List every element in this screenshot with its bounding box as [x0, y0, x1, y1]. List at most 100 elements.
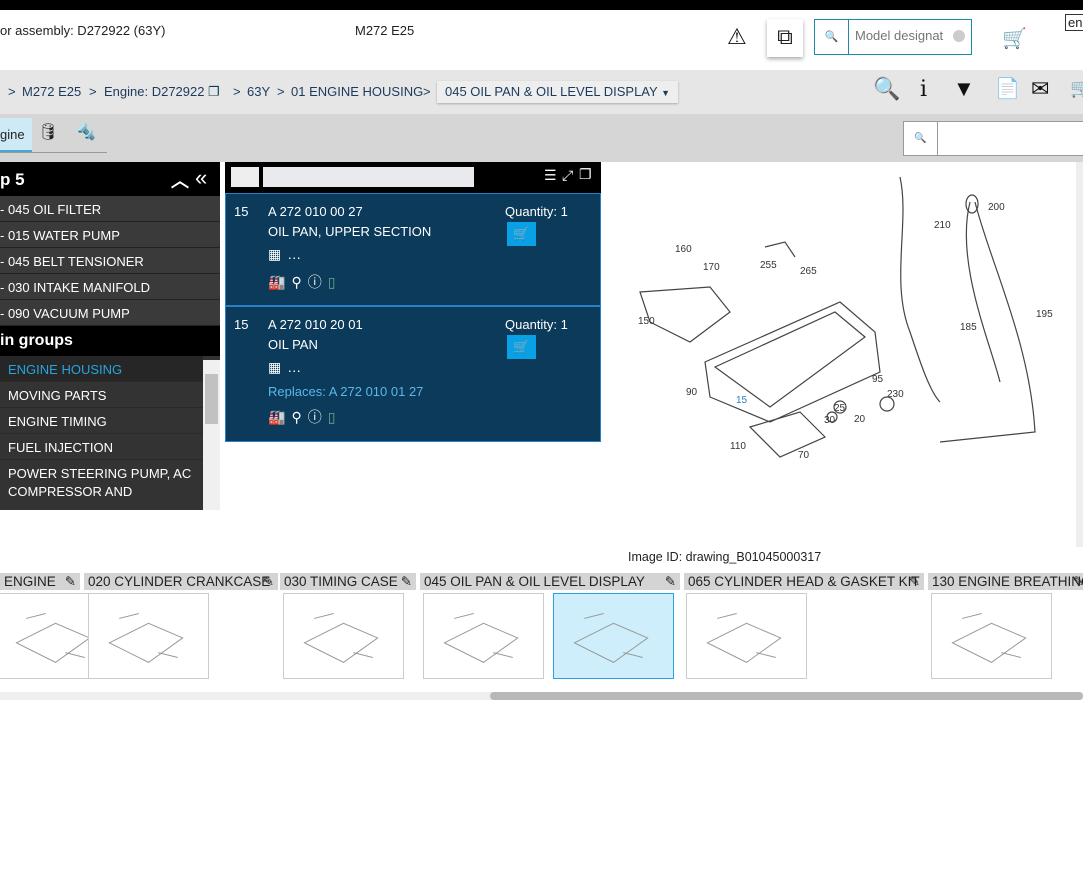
scrollbar-thumb[interactable]: [490, 692, 1083, 700]
callout-170[interactable]: 170: [703, 262, 720, 273]
factory-icon[interactable]: 🏭: [268, 409, 291, 425]
info-circle-icon[interactable]: ⓘ: [308, 274, 328, 290]
bolt-icon[interactable]: 🔩: [76, 122, 96, 142]
copy-icon[interactable]: ⧉: [767, 19, 803, 57]
main-group-engine-housing[interactable]: ENGINE HOUSING: [0, 356, 203, 382]
part-row[interactable]: 15 A 272 010 20 01 OIL PAN Quantity: 1 🛒…: [225, 306, 601, 442]
thumbnail-header[interactable]: 065 CYLINDER HEAD & GASKET KIT ✎: [684, 573, 924, 590]
thumbnail-scrollbar[interactable]: [0, 692, 1083, 700]
thumbnail-image[interactable]: [553, 593, 674, 679]
scrollbar-thumb[interactable]: [205, 374, 218, 424]
sidebar-scrollbar[interactable]: [203, 360, 220, 510]
sidebar-sub-item[interactable]: - 030 INTAKE MANIFOLD: [0, 274, 220, 300]
model-search[interactable]: 🔍: [814, 19, 972, 55]
group-dropdown[interactable]: 045 OIL PAN & OIL LEVEL DISPLAY ▼: [437, 81, 678, 103]
parts-filter-input[interactable]: [263, 167, 474, 187]
key-icon[interactable]: ⚲: [291, 409, 307, 425]
clear-icon[interactable]: [953, 30, 965, 42]
tab-engine[interactable]: gine: [0, 118, 32, 152]
callout-150[interactable]: 150: [638, 316, 655, 327]
expand-icon[interactable]: ⤢: [562, 167, 573, 184]
thumbnail-header[interactable]: 130 ENGINE BREATHING ✎: [928, 573, 1083, 590]
edit-icon[interactable]: ✎: [401, 574, 412, 590]
thumbnail-image[interactable]: [423, 593, 544, 679]
edit-icon[interactable]: ✎: [665, 574, 676, 590]
part-row[interactable]: 15 A 272 010 00 27 OIL PAN, UPPER SECTIO…: [225, 193, 601, 306]
thumbnail-header[interactable]: ENGINE ✎: [0, 573, 80, 590]
thumbnail-image[interactable]: [931, 593, 1052, 679]
wis-doc-icon[interactable]: ▯: [328, 409, 342, 425]
document-alert-icon[interactable]: 📄: [995, 76, 1020, 101]
sidebar-sub-item[interactable]: - 045 BELT TENSIONER: [0, 248, 220, 274]
main-group-power-steering[interactable]: POWER STEERING PUMP, AC: [0, 460, 203, 482]
list-view-icon[interactable]: ☰: [544, 167, 557, 184]
part-number[interactable]: A 272 010 20 01: [268, 317, 363, 332]
oil-can-icon[interactable]: 🛢: [38, 122, 58, 142]
exploded-drawing[interactable]: 200 210 160 170 255 265 150 185 195 90 15 95230 2530…: [610, 162, 1075, 482]
language-select[interactable]: en: [1065, 14, 1083, 31]
select-all-box[interactable]: [231, 167, 259, 187]
search-icon[interactable]: 🔍: [904, 122, 938, 155]
part-number[interactable]: A 272 010 00 27: [268, 204, 363, 219]
wis-doc-icon[interactable]: ▯: [328, 274, 342, 290]
thumbnail-image[interactable]: [283, 593, 404, 679]
callout-30[interactable]: 30: [824, 415, 836, 426]
thumbnail-header[interactable]: 045 OIL PAN & OIL LEVEL DISPLAY ✎: [420, 573, 680, 590]
main-group-moving-parts[interactable]: MOVING PARTS: [0, 382, 203, 408]
main-group-fuel-injection[interactable]: FUEL INJECTION: [0, 434, 203, 460]
add-to-cart-button[interactable]: 🛒: [507, 335, 536, 359]
key-icon[interactable]: ⚲: [291, 274, 307, 290]
model-search-input[interactable]: [855, 28, 951, 43]
warning-icon[interactable]: ⚠: [727, 24, 747, 50]
callout-110[interactable]: 110: [730, 441, 746, 452]
callout-255[interactable]: 255: [760, 260, 777, 271]
breadcrumb-model[interactable]: M272 E25: [22, 84, 81, 99]
copy-icon[interactable]: ❐: [579, 166, 592, 183]
callout-195[interactable]: 195: [1036, 309, 1053, 320]
edit-icon[interactable]: ✎: [263, 574, 274, 590]
callout-95[interactable]: 95: [872, 374, 884, 385]
copy-icon[interactable]: ❐: [208, 84, 220, 100]
info-icon[interactable]: i: [920, 77, 927, 102]
main-group-power-steering-cont[interactable]: COMPRESSOR AND: [0, 482, 203, 502]
callout-265[interactable]: 265: [800, 266, 817, 277]
sidebar-sub-item[interactable]: - 015 WATER PUMP: [0, 222, 220, 248]
callout-25[interactable]: 25: [834, 403, 846, 414]
info-circle-icon[interactable]: ⓘ: [308, 409, 328, 425]
filter-icon[interactable]: ▼: [953, 76, 975, 102]
sidebar-sub-item[interactable]: - 090 VACUUM PUMP: [0, 300, 220, 326]
thumbnail-image[interactable]: [686, 593, 807, 679]
table-icon[interactable]: ▦…: [268, 359, 307, 376]
breadcrumb-engine-housing[interactable]: 01 ENGINE HOUSING: [291, 84, 423, 99]
thumbnail-header[interactable]: 020 CYLINDER CRANKCASE ✎: [84, 573, 278, 590]
callout-20[interactable]: 20: [854, 414, 866, 425]
zoom-in-icon[interactable]: 🔍: [873, 76, 900, 102]
add-to-cart-button[interactable]: 🛒: [507, 222, 536, 246]
collapse-sidebar-icon[interactable]: «: [195, 165, 207, 191]
search-icon[interactable]: 🔍: [815, 20, 849, 54]
main-group-engine-timing[interactable]: ENGINE TIMING: [0, 408, 203, 434]
chevron-up-icon[interactable]: ︿: [171, 167, 189, 193]
thumbnail-image[interactable]: [88, 593, 209, 679]
thumbnail-header[interactable]: 030 TIMING CASE ✎: [280, 573, 416, 590]
mail-icon[interactable]: ✉: [1031, 76, 1049, 102]
replaces-link[interactable]: Replaces: A 272 010 01 27: [268, 384, 423, 399]
callout-15[interactable]: 15: [736, 395, 748, 406]
cart-add-icon[interactable]: 🛒: [1002, 26, 1027, 51]
edit-icon[interactable]: ✎: [65, 574, 76, 590]
table-icon[interactable]: ▦…: [268, 246, 307, 263]
edit-icon[interactable]: ✎: [1073, 574, 1083, 590]
edit-icon[interactable]: ✎: [909, 574, 920, 590]
callout-160[interactable]: 160: [675, 244, 692, 255]
parts-search[interactable]: 🔍: [903, 121, 1083, 156]
sidebar-sub-item[interactable]: - 045 OIL FILTER: [0, 196, 220, 222]
breadcrumb-63y[interactable]: 63Y: [247, 84, 270, 99]
callout-230[interactable]: 230: [887, 389, 904, 400]
factory-icon[interactable]: 🏭: [268, 274, 291, 290]
callout-200[interactable]: 200: [988, 202, 1005, 213]
callout-90[interactable]: 90: [686, 387, 698, 398]
breadcrumb-engine[interactable]: Engine: D272922: [104, 84, 204, 99]
cart-icon[interactable]: 🛒: [1070, 78, 1083, 99]
callout-70[interactable]: 70: [798, 450, 810, 461]
callout-210[interactable]: 210: [934, 220, 951, 231]
